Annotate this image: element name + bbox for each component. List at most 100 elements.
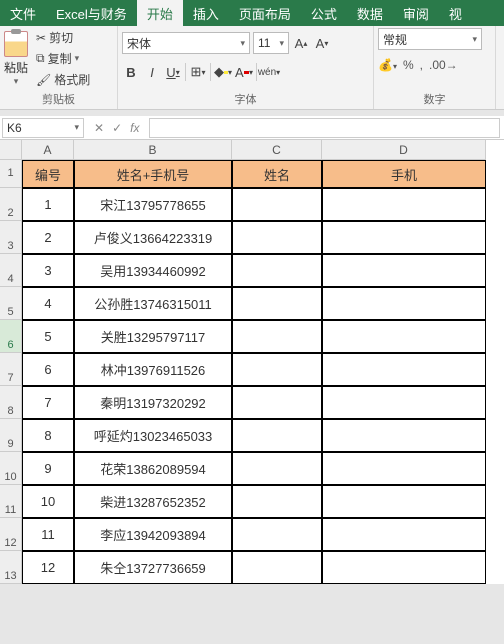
cell[interactable]: 2 xyxy=(22,221,74,254)
cell[interactable]: 6 xyxy=(22,353,74,386)
italic-button[interactable]: I xyxy=(143,62,161,82)
cancel-formula-button[interactable]: ✕ xyxy=(94,121,104,135)
cell[interactable]: 姓名 xyxy=(232,160,322,188)
cell[interactable]: 4 xyxy=(22,287,74,320)
cell[interactable]: 卢俊义13664223319 xyxy=(74,221,232,254)
cell[interactable]: 5 xyxy=(22,320,74,353)
cell[interactable] xyxy=(232,221,322,254)
cell[interactable]: 柴进13287652352 xyxy=(74,485,232,518)
row-header[interactable]: 5 xyxy=(0,287,22,320)
cell[interactable] xyxy=(322,353,486,386)
cell[interactable] xyxy=(322,485,486,518)
formula-input[interactable] xyxy=(149,118,500,138)
font-size-select[interactable]: 11▾ xyxy=(253,32,289,54)
col-header-A[interactable]: A xyxy=(22,140,74,160)
increase-decimal-button[interactable]: .00→ xyxy=(429,58,458,72)
chevron-down-icon[interactable]: ▾ xyxy=(14,76,19,87)
cell[interactable] xyxy=(232,419,322,452)
cell[interactable]: 10 xyxy=(22,485,74,518)
cell[interactable] xyxy=(322,452,486,485)
col-header-B[interactable]: B xyxy=(74,140,232,160)
bold-button[interactable]: B xyxy=(122,62,140,82)
cell[interactable]: 花荣13862089594 xyxy=(74,452,232,485)
percent-button[interactable]: % xyxy=(403,58,414,72)
cell[interactable]: 7 xyxy=(22,386,74,419)
cell[interactable] xyxy=(232,518,322,551)
cell[interactable]: 3 xyxy=(22,254,74,287)
cell[interactable] xyxy=(322,518,486,551)
cell[interactable]: 林冲13976911526 xyxy=(74,353,232,386)
cell[interactable]: 公孙胜13746315011 xyxy=(74,287,232,320)
cell[interactable] xyxy=(232,254,322,287)
row-header[interactable]: 4 xyxy=(0,254,22,287)
currency-button[interactable]: 💰▾ xyxy=(378,58,397,72)
cell[interactable]: 8 xyxy=(22,419,74,452)
increase-font-button[interactable]: A▴ xyxy=(292,33,310,53)
underline-button[interactable]: U▾ xyxy=(164,62,182,82)
name-box[interactable]: K6▾ xyxy=(2,118,84,138)
cell[interactable] xyxy=(232,287,322,320)
select-all-button[interactable] xyxy=(0,140,22,160)
cell[interactable]: 呼延灼13023465033 xyxy=(74,419,232,452)
tab-view[interactable]: 视 xyxy=(439,0,472,26)
copy-button[interactable]: ⧉复制 ▾ xyxy=(36,49,90,68)
tab-layout[interactable]: 页面布局 xyxy=(229,0,301,26)
phonetic-button[interactable]: wén▾ xyxy=(260,62,278,82)
tab-review[interactable]: 审阅 xyxy=(393,0,439,26)
cell[interactable] xyxy=(322,419,486,452)
cut-button[interactable]: ✂剪切 xyxy=(36,28,90,47)
format-painter-button[interactable]: 🖌格式刷 xyxy=(36,70,90,89)
row-header[interactable]: 8 xyxy=(0,386,22,419)
cell[interactable] xyxy=(322,254,486,287)
row-header[interactable]: 3 xyxy=(0,221,22,254)
tab-insert[interactable]: 插入 xyxy=(183,0,229,26)
row-header[interactable]: 7 xyxy=(0,353,22,386)
tab-excelfin[interactable]: Excel与财务 xyxy=(46,0,137,26)
tab-home[interactable]: 开始 xyxy=(137,0,183,26)
cell[interactable]: 朱仝13727736659 xyxy=(74,551,232,584)
row-header[interactable]: 2 xyxy=(0,188,22,221)
cell[interactable]: 姓名+手机号 xyxy=(74,160,232,188)
cell[interactable]: 1 xyxy=(22,188,74,221)
cell[interactable]: 手机 xyxy=(322,160,486,188)
tab-file[interactable]: 文件 xyxy=(0,0,46,26)
row-header[interactable]: 11 xyxy=(0,485,22,518)
row-header[interactable]: 1 xyxy=(0,160,22,188)
cell[interactable] xyxy=(232,485,322,518)
cell[interactable] xyxy=(232,320,322,353)
cell[interactable]: 12 xyxy=(22,551,74,584)
border-button[interactable]: ⊞▾ xyxy=(189,62,207,82)
cell[interactable] xyxy=(232,551,322,584)
cell[interactable]: 吴用13934460992 xyxy=(74,254,232,287)
row-header[interactable]: 9 xyxy=(0,419,22,452)
col-header-D[interactable]: D xyxy=(322,140,486,160)
cell[interactable]: 李应13942093894 xyxy=(74,518,232,551)
row-header[interactable]: 10 xyxy=(0,452,22,485)
number-format-select[interactable]: 常规▾ xyxy=(378,28,482,50)
col-header-C[interactable]: C xyxy=(232,140,322,160)
cell[interactable] xyxy=(232,188,322,221)
decrease-font-button[interactable]: A▾ xyxy=(313,33,331,53)
row-header[interactable]: 13 xyxy=(0,551,22,584)
fx-button[interactable]: fx xyxy=(130,121,139,135)
cell[interactable]: 秦明13197320292 xyxy=(74,386,232,419)
cell[interactable]: 9 xyxy=(22,452,74,485)
fill-color-button[interactable]: ◆▾ xyxy=(214,62,232,82)
cell[interactable] xyxy=(322,320,486,353)
comma-button[interactable]: , xyxy=(420,58,423,72)
tab-data[interactable]: 数据 xyxy=(347,0,393,26)
row-header[interactable]: 6 xyxy=(0,320,22,353)
cell[interactable] xyxy=(232,353,322,386)
row-header[interactable]: 12 xyxy=(0,518,22,551)
cell[interactable]: 编号 xyxy=(22,160,74,188)
cell[interactable] xyxy=(322,386,486,419)
cell[interactable] xyxy=(322,188,486,221)
cell[interactable] xyxy=(232,452,322,485)
paste-button[interactable]: 粘贴 ▾ xyxy=(4,31,28,87)
cell[interactable] xyxy=(322,221,486,254)
cell[interactable] xyxy=(322,551,486,584)
cell[interactable] xyxy=(232,386,322,419)
confirm-formula-button[interactable]: ✓ xyxy=(112,121,122,135)
font-color-button[interactable]: A▾ xyxy=(235,62,253,82)
cell[interactable]: 11 xyxy=(22,518,74,551)
